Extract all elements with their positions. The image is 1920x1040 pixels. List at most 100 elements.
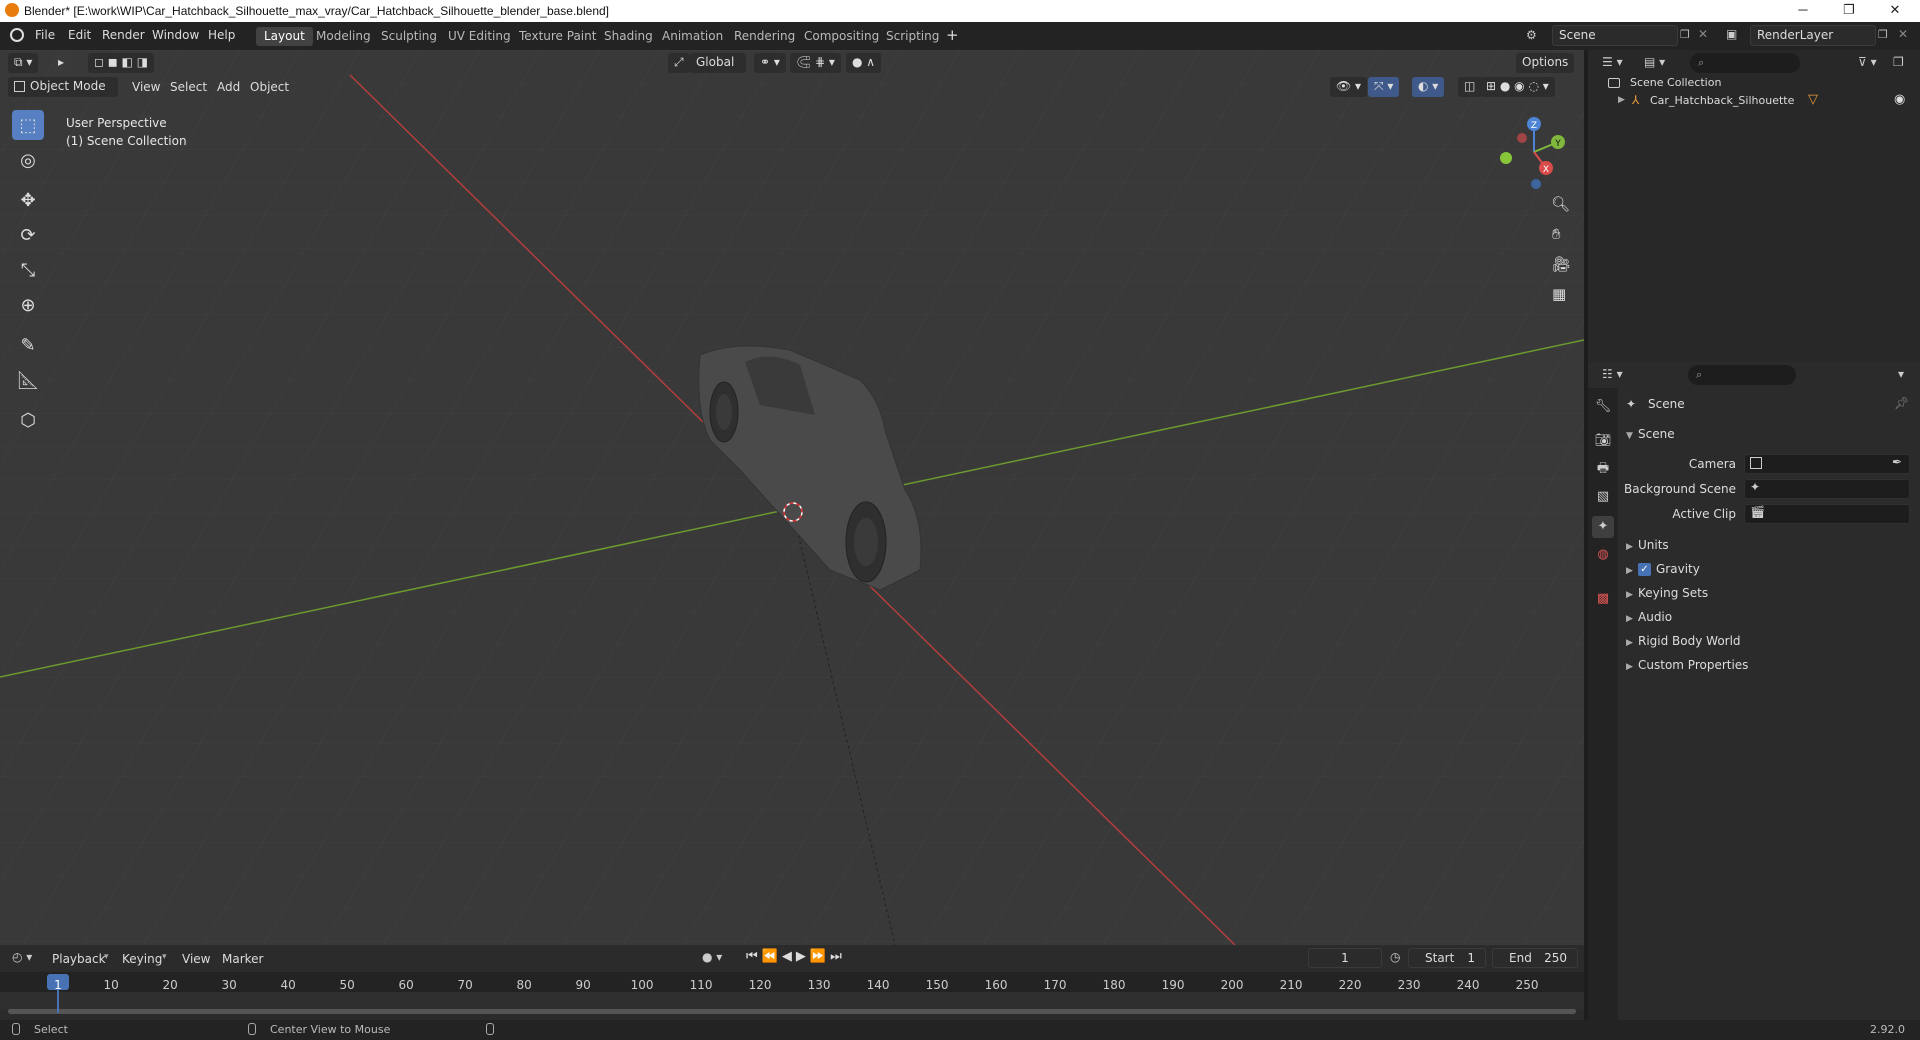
keying-dropdown-icon[interactable]: ▾ xyxy=(162,952,167,962)
menu-view[interactable]: View xyxy=(132,80,160,94)
menu-select[interactable]: Select xyxy=(170,80,207,94)
gizmo-neg-z[interactable] xyxy=(1531,179,1541,189)
end-frame-field[interactable]: End 250 xyxy=(1492,948,1578,968)
workspace-tab-uv-editing[interactable]: UV Editing xyxy=(440,27,519,46)
navigation-gizmo[interactable]: Z Y X xyxy=(1494,112,1574,192)
gravity-section[interactable]: ▶ ✓ Gravity xyxy=(1626,562,1700,576)
zoom-icon[interactable]: 🔍︎ xyxy=(1551,195,1570,213)
snap-icon[interactable]: 🧲︎ ⋕ ▾ xyxy=(790,53,841,73)
menu-render[interactable]: Render xyxy=(102,28,145,42)
workspace-tab-sculpting[interactable]: Sculpting xyxy=(373,27,445,46)
outliner-editor-type-icon[interactable]: ☰ ▾ xyxy=(1602,55,1623,69)
measure-tool[interactable]: 📐︎ xyxy=(12,365,44,395)
timeline-menu-playback[interactable]: Playback xyxy=(52,952,106,966)
active-clip-field[interactable] xyxy=(1744,504,1910,524)
close-button[interactable]: ✕ xyxy=(1872,0,1918,22)
start-frame-field[interactable]: Start 1 xyxy=(1408,948,1486,968)
blender-menu-icon[interactable] xyxy=(10,28,24,42)
options-dropdown[interactable]: Options xyxy=(1516,53,1575,73)
menu-edit[interactable]: Edit xyxy=(68,28,91,42)
use-preview-range-icon[interactable]: ◷ xyxy=(1390,950,1400,964)
annotate-tool[interactable]: ✎ xyxy=(12,330,44,360)
visibility-icon[interactable]: 👁︎ ▾ xyxy=(1330,77,1368,97)
scene-remove-icon[interactable]: ✕ xyxy=(1698,27,1708,41)
outliner-new-collection-icon[interactable]: ❐ xyxy=(1893,55,1904,69)
workspace-tab-rendering[interactable]: Rendering xyxy=(726,27,803,46)
workspace-tab-shading[interactable]: Shading xyxy=(596,27,661,46)
outliner-panel[interactable]: ☰ ▾ ▤ ▾ ⌕ ⊽ ▾ ❐ Scene Collection ▶ ⅄ Car… xyxy=(1588,50,1920,362)
timeline-menu-marker[interactable]: Marker xyxy=(222,952,263,966)
add-workspace-icon[interactable]: + xyxy=(946,26,959,44)
playback-dropdown-icon[interactable]: ▾ xyxy=(104,952,109,962)
workspace-tab-modeling[interactable]: Modeling xyxy=(308,27,379,46)
menu-add[interactable]: Add xyxy=(217,80,240,94)
visibility-eye-icon[interactable]: ◉ xyxy=(1894,92,1905,107)
scene-collection-label[interactable]: Scene Collection xyxy=(1630,76,1721,89)
timeline-scrollbar[interactable] xyxy=(8,1009,1576,1014)
select-box-tool[interactable]: ⬚ xyxy=(12,110,44,140)
texture-tab-icon[interactable]: ▩ xyxy=(1592,588,1614,610)
timeline-menu-view[interactable]: View xyxy=(182,952,210,966)
camera-view-icon[interactable]: 🎥︎ xyxy=(1552,255,1571,273)
timeline-editor-type-icon[interactable]: ◴ ▾ xyxy=(12,950,32,964)
units-section[interactable]: ▶ Units xyxy=(1626,538,1669,552)
timeline-menu-keying[interactable]: Keying xyxy=(122,952,162,966)
pivot-point-icon[interactable]: ⚭ ▾ xyxy=(754,53,786,73)
timeline-track-area[interactable] xyxy=(0,992,1584,1010)
minimize-button[interactable]: ─ xyxy=(1780,0,1826,22)
scene-panel-header[interactable]: ▼ Scene xyxy=(1626,427,1675,441)
workspace-tab-animation[interactable]: Animation xyxy=(654,27,731,46)
render-tab-icon[interactable]: 📷︎ xyxy=(1592,430,1614,452)
outliner-filter-icon[interactable]: ⊽ ▾ xyxy=(1858,55,1877,69)
maximize-button[interactable]: ❐ xyxy=(1826,0,1872,22)
editor-type-icon[interactable]: ⧉ ▾ xyxy=(8,53,39,73)
renderlayer-icon[interactable]: ▣ xyxy=(1726,27,1737,41)
renderlayer-remove-icon[interactable]: ✕ xyxy=(1898,27,1908,41)
pin-icon[interactable]: 📌︎ xyxy=(1894,396,1909,410)
scale-tool[interactable]: ⤡ xyxy=(12,255,44,285)
expand-arrow-icon[interactable]: ▶ xyxy=(1618,95,1625,105)
outliner-search-field[interactable]: ⌕ xyxy=(1690,53,1800,73)
auto-keying-icon[interactable]: ● ▾ xyxy=(702,950,722,964)
renderlayer-new-icon[interactable]: ❐ xyxy=(1878,28,1888,41)
transform-orientation-icon[interactable]: ⤢ xyxy=(668,53,690,73)
selection-mode-buttons[interactable]: ◻ ◼ ◧ ◨ xyxy=(88,53,155,73)
gizmo-neg-x[interactable] xyxy=(1517,133,1527,143)
camera-field[interactable] xyxy=(1744,454,1910,474)
cursor-tool[interactable]: ◎ xyxy=(12,145,44,175)
playback-controls[interactable]: ⏮⏪◀▶⏩⏭ xyxy=(746,949,846,964)
overlay-toggle-icon[interactable]: ◐ ▾ xyxy=(1412,77,1445,97)
properties-search-field[interactable]: ⌕ xyxy=(1688,365,1796,385)
move-tool[interactable]: ✥ xyxy=(12,185,44,215)
add-cube-tool[interactable]: ⬡ xyxy=(12,405,44,435)
properties-options-icon[interactable]: ▾ xyxy=(1898,367,1904,381)
eyedropper-icon[interactable]: ✒ xyxy=(1892,455,1902,469)
3d-viewport[interactable]: Z Y X 🔍︎ ✋︎ 🎥︎ ▦ User Perspective (1) Sc… xyxy=(0,50,1584,945)
menu-object[interactable]: Object xyxy=(250,80,289,94)
renderlayer-field[interactable]: RenderLayer xyxy=(1750,25,1876,46)
proportional-edit-icon[interactable]: ● ∧ xyxy=(846,53,882,73)
pan-hand-icon[interactable]: ✋︎ xyxy=(1552,225,1561,243)
shading-mode-buttons[interactable]: ⊞ ● ◉ ◌ ▾ xyxy=(1480,77,1555,97)
outliner-display-mode-icon[interactable]: ▤ ▾ xyxy=(1644,55,1665,69)
gravity-checkbox[interactable]: ✓ xyxy=(1638,563,1651,576)
scene-field[interactable]: Scene xyxy=(1552,25,1678,46)
workspace-tab-layout[interactable]: Layout xyxy=(256,27,313,46)
workspace-tab-scripting[interactable]: Scripting xyxy=(878,27,947,46)
output-tab-icon[interactable]: 🖶 xyxy=(1592,458,1614,480)
gizmo-neg-y[interactable] xyxy=(1500,152,1512,164)
scene-tab-icon[interactable]: ✦ xyxy=(1592,516,1614,538)
workspace-tab-compositing[interactable]: Compositing xyxy=(796,27,887,46)
rigid-body-world-section[interactable]: ▶ Rigid Body World xyxy=(1626,634,1741,648)
menu-window[interactable]: Window xyxy=(152,28,199,42)
keying-sets-section[interactable]: ▶ Keying Sets xyxy=(1626,586,1708,600)
custom-properties-section[interactable]: ▶ Custom Properties xyxy=(1626,658,1748,672)
current-frame-field[interactable]: 1 xyxy=(1308,948,1382,968)
menu-file[interactable]: File xyxy=(35,28,55,42)
transform-tool[interactable]: ⊕ xyxy=(12,290,44,320)
select-mode-icon[interactable]: ▸ xyxy=(52,53,71,73)
background-scene-field[interactable] xyxy=(1744,479,1910,499)
transform-orientation-dropdown[interactable]: Global xyxy=(690,53,746,73)
scene-selector-icon[interactable]: ⚙ xyxy=(1526,28,1544,42)
properties-editor-type-icon[interactable]: ☷ ▾ xyxy=(1602,367,1623,381)
